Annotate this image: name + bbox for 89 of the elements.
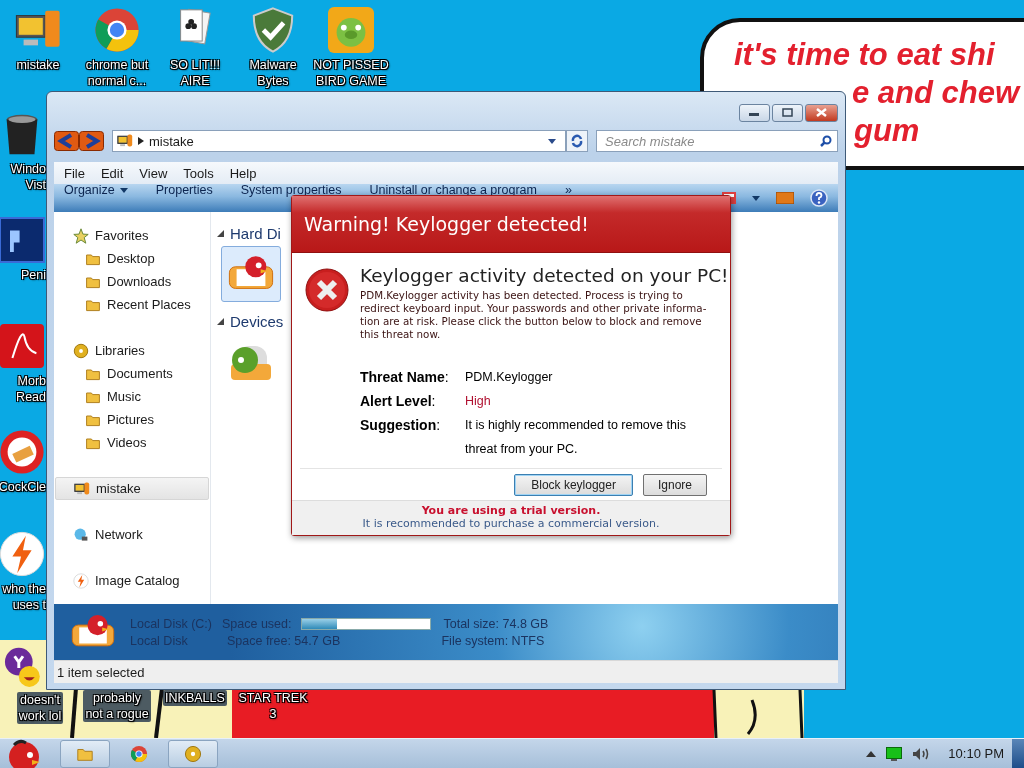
drive-tile[interactable] xyxy=(221,246,281,302)
field-value: It is highly recommended to remove this threat from your PC. xyxy=(465,417,687,458)
disc-icon xyxy=(184,744,202,763)
clock[interactable]: 10:10 PM xyxy=(938,746,1012,761)
nav-item[interactable]: Favorites xyxy=(55,224,209,247)
refresh-button[interactable] xyxy=(566,130,588,152)
computer-icon xyxy=(117,133,133,149)
field-label: Threat Name: xyxy=(360,368,449,387)
toolbar-button[interactable]: Uninstall or change a program xyxy=(369,184,537,196)
lightning-bolt-icon xyxy=(73,572,89,589)
toolbar-button[interactable]: » xyxy=(564,184,572,196)
search-icon xyxy=(820,135,832,147)
toolbar-button[interactable]: System properties xyxy=(240,184,342,196)
ignore-button[interactable]: Ignore xyxy=(642,474,707,496)
address-bar[interactable]: mistake xyxy=(112,130,566,152)
icon-label[interactable]: doesn't work lol xyxy=(16,692,64,724)
space-used-label: Space used: xyxy=(221,616,292,631)
caret-icon xyxy=(119,187,128,193)
nav-item[interactable]: Pictures xyxy=(55,408,209,431)
purchase-notice: It is recommended to purchase a commercial version. xyxy=(362,517,660,530)
nav-item[interactable]: Recent Places xyxy=(55,293,209,316)
menu-item[interactable]: Edit xyxy=(92,165,132,181)
nav-item[interactable]: Music xyxy=(55,385,209,408)
maximize-button[interactable] xyxy=(772,103,803,122)
dialog-heading: Keylogger activity detected on your PC! xyxy=(360,265,729,286)
nav-item[interactable]: Image Catalog xyxy=(55,569,209,592)
nav-item[interactable]: Network xyxy=(55,523,209,546)
dialog-message: PDM.Keylogger activity has been detected. Process is trying to redirect keyboard input. Your passwords and other private informa-tion are at risk. Please click the button below to block and remove this threat now. xyxy=(360,289,708,341)
field-value: High xyxy=(465,393,492,410)
field-value: PDM.Keylogger xyxy=(465,369,554,386)
cleaner-icon xyxy=(0,428,46,476)
help-icon[interactable] xyxy=(810,189,828,207)
icon-label[interactable]: INKBALLS xyxy=(163,690,227,706)
space-free: Space free: 54.7 GB xyxy=(225,633,342,648)
status-bar: 1 item selected xyxy=(54,660,838,683)
section-heading: Hard Di xyxy=(230,224,281,242)
browser-icon xyxy=(93,6,141,54)
nav-item[interactable]: Downloads xyxy=(55,270,209,293)
bubble-text: e and chew xyxy=(852,74,1020,112)
disc-icon xyxy=(73,342,89,359)
menu-item[interactable]: Tools xyxy=(175,165,222,181)
computer-icon xyxy=(74,480,90,497)
section-heading: Devices xyxy=(230,312,284,330)
drive-name: Local Disk (C:) xyxy=(130,616,212,631)
menu-item[interactable]: File xyxy=(56,165,93,181)
block-button[interactable]: Block keylogger xyxy=(514,474,633,496)
minimize-button[interactable] xyxy=(739,103,770,122)
icon-label[interactable]: STAR TREK 3 xyxy=(238,690,308,722)
forward-button[interactable] xyxy=(79,131,104,151)
bubble-text: gum xyxy=(854,112,920,150)
icon-label[interactable]: probably not a rogue xyxy=(83,690,151,722)
close-button[interactable] xyxy=(805,103,838,122)
toolbar-button[interactable]: Properties xyxy=(155,184,213,196)
collapse-arrow-icon[interactable] xyxy=(217,317,224,325)
trial-notice: You are using a trial version. xyxy=(421,504,601,517)
dialog-title: Warning! Keylogger detected! xyxy=(292,196,730,253)
browser-icon xyxy=(130,744,148,763)
toolbar-button[interactable]: Organize xyxy=(64,184,128,196)
file-system: File system: NTFS xyxy=(441,633,546,648)
field-label: Suggestion: xyxy=(360,416,441,435)
nav-item[interactable]: mistake xyxy=(55,477,209,500)
menu-item[interactable]: View xyxy=(131,165,176,181)
total-size: Total size: 74.8 GB xyxy=(442,616,549,631)
bubble-text: it's time to eat shi xyxy=(734,36,995,74)
caret-icon[interactable] xyxy=(752,195,760,201)
pig-icon xyxy=(327,6,375,54)
field-label: Alert Level: xyxy=(360,392,436,411)
ps-app-icon xyxy=(0,216,46,264)
lightning-bolt-icon xyxy=(0,530,46,578)
nav-item[interactable]: Desktop xyxy=(55,247,209,270)
refresh-icon xyxy=(570,134,584,148)
menu-item[interactable]: Help xyxy=(221,165,265,181)
drive-type: Local Disk xyxy=(130,633,189,648)
close-icon xyxy=(816,108,827,117)
maximize-icon xyxy=(782,108,793,117)
network-icon[interactable] xyxy=(886,746,903,761)
star-icon xyxy=(73,227,89,244)
nav-item[interactable]: Libraries xyxy=(55,339,209,362)
collapse-arrow-icon[interactable] xyxy=(217,229,224,237)
nav-item[interactable]: Videos xyxy=(55,431,209,454)
back-button[interactable] xyxy=(54,131,79,151)
nav-item[interactable]: Documents xyxy=(55,362,209,385)
breadcrumb-arrow-icon xyxy=(138,137,144,145)
search-field[interactable]: Search mistake xyxy=(596,130,838,152)
dropdown-arrow-icon xyxy=(548,138,557,144)
show-hidden-icons-arrow[interactable] xyxy=(866,750,877,757)
globe-icon xyxy=(73,526,89,543)
pdf-reader-icon xyxy=(0,322,46,370)
speaker-icon[interactable] xyxy=(912,746,931,761)
